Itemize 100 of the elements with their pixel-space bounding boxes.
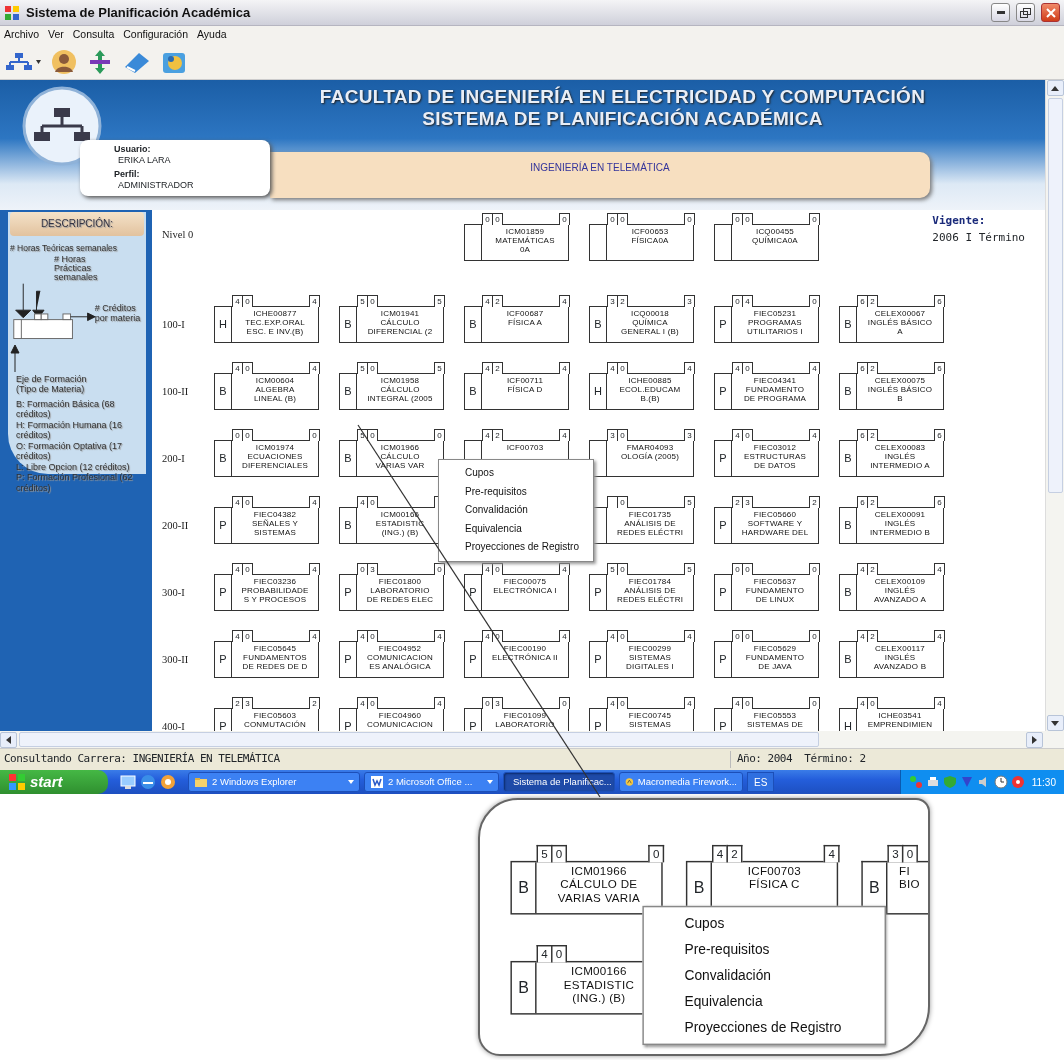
course-type-letter: B bbox=[344, 451, 352, 467]
course-box[interactable]: FMAR04093 OLOGÍA (2005) bbox=[589, 440, 694, 477]
org-chart-button[interactable] bbox=[6, 51, 41, 72]
course-code: FIEC04341 bbox=[753, 376, 797, 385]
alert-icon[interactable] bbox=[1010, 775, 1025, 789]
course-box[interactable]: P FIEC05553 SISTEMAS DE bbox=[714, 708, 819, 731]
course-box[interactable]: P FIEC05660 SOFTWARE Y HARDWARE DEL bbox=[714, 507, 819, 544]
course-code: ICF00703 bbox=[506, 443, 544, 452]
scroll-right-button[interactable] bbox=[1026, 731, 1043, 748]
course-box[interactable]: B CELEX00109 INGLÉS AVANZADO A bbox=[839, 574, 944, 611]
minimize-button[interactable] bbox=[991, 3, 1010, 22]
scroll-down-button[interactable] bbox=[1046, 715, 1064, 731]
course-code: ICM01859 bbox=[505, 227, 545, 236]
course-box[interactable]: P FIEC01784 ANÁLISIS DE REDES ELÉCTRI bbox=[589, 574, 694, 611]
course-box[interactable]: B ICM01974 ECUACIONES DIFERENCIALES bbox=[214, 440, 319, 477]
media-icon[interactable] bbox=[160, 774, 176, 790]
course-type-letter: P bbox=[219, 652, 227, 668]
arrows-icon[interactable] bbox=[87, 48, 113, 75]
course-box[interactable]: B CELEX00075 INGLÉS BÁSICO B bbox=[839, 373, 944, 410]
course-box[interactable]: B ICF00687 FÍSICA A bbox=[464, 306, 569, 343]
menu-item[interactable]: Proyecciones de Registro bbox=[643, 1014, 885, 1041]
horizontal-scrollbar[interactable] bbox=[0, 731, 1064, 748]
course-box[interactable]: P FIEC04382 SEÑALES Y SISTEMAS bbox=[214, 507, 319, 544]
course-box[interactable]: B CELEX00091 INGLÉS INTERMEDIO B bbox=[839, 507, 944, 544]
course-box[interactable]: B ICM00604 ALGEBRA LINEAL (B) bbox=[214, 373, 319, 410]
taskbar-button[interactable]: Macromedia Firework... bbox=[619, 772, 743, 792]
practice-hours: 2 bbox=[726, 844, 743, 863]
course-box[interactable]: P FIEC01099 LABORATORIO bbox=[464, 708, 569, 731]
course-box[interactable]: P FIEC03236 PROBABILIDADE S Y PROCESOS bbox=[214, 574, 319, 611]
credits: 4 bbox=[559, 630, 570, 642]
course-type-letter: P bbox=[719, 585, 727, 601]
course-box[interactable]: P FIEC04952 COMUNICACION ES ANALÓGICA bbox=[339, 641, 444, 678]
course-box[interactable]: B ICM01966 CÁLCULO DE VARIAS VARIA bbox=[510, 860, 663, 915]
scroll-left-button[interactable] bbox=[0, 731, 17, 748]
course-box[interactable]: H ICHE03541 EMPRENDIMIEN bbox=[839, 708, 944, 731]
legend-item: O: Formación Optativa (17 créditos) bbox=[16, 440, 124, 462]
course-code: ICHE00877 bbox=[253, 309, 297, 318]
course-code: FIEC05603 bbox=[253, 711, 297, 720]
taskbar-button[interactable]: 2 Microsoft Office ... bbox=[364, 772, 499, 792]
taskbar-button[interactable]: 2 Windows Explorer bbox=[188, 772, 360, 792]
taskbar-button[interactable]: Sistema de Planificac... bbox=[503, 772, 615, 792]
scroll-up-button[interactable] bbox=[1046, 80, 1064, 96]
user-icon[interactable] bbox=[51, 48, 77, 75]
course-box[interactable]: B ICQ00018 QUÍMICA GENERAL I (B) bbox=[589, 306, 694, 343]
course-box[interactable]: B ICM01941 CÁLCULO DIFERENCIAL (2 bbox=[339, 306, 444, 343]
up-arrow-icon bbox=[1051, 85, 1059, 91]
menu-item[interactable]: Pre-requisitos bbox=[643, 936, 885, 963]
course-type-letter: H bbox=[219, 317, 227, 333]
course-box[interactable]: ICM01859 MATEMÁTICAS 0A bbox=[464, 224, 569, 261]
course-box[interactable]: B CELEX00067 INGLÉS BÁSICO A bbox=[839, 306, 944, 343]
menu-item[interactable]: Pre-requisitos bbox=[439, 482, 593, 501]
course-box[interactable]: ICF00653 FÍSICA0A bbox=[589, 224, 694, 261]
course-type-letter: B bbox=[219, 384, 227, 400]
course-box[interactable]: P FIEC05231 PROGRAMAS UTILITARIOS I bbox=[714, 306, 819, 343]
course-code: ICM01966 bbox=[380, 443, 420, 452]
menu-item[interactable]: Ayuda bbox=[197, 27, 227, 43]
printer-icon[interactable] bbox=[925, 775, 940, 789]
course-name: INGLÉS INTERMEDIO A bbox=[870, 452, 930, 470]
course-type-letter: P bbox=[719, 719, 727, 731]
menu-item[interactable]: Archivo bbox=[4, 27, 39, 43]
course-box[interactable]: P FIEC04960 COMUNICACION bbox=[339, 708, 444, 731]
course-box[interactable]: P FIEC05629 FUNDAMENTO DE JAVA bbox=[714, 641, 819, 678]
course-code: FI bbox=[899, 865, 910, 879]
credits: 4 bbox=[684, 697, 695, 709]
course-box[interactable]: H ICHE00877 TEC.EXP.ORAL ESC. E INV.(B) bbox=[214, 306, 319, 343]
course-box[interactable]: P FIEC00299 SISTEMAS DIGITALES I bbox=[589, 641, 694, 678]
menu-item[interactable]: Configuración bbox=[123, 27, 189, 43]
desktop-icon[interactable] bbox=[120, 774, 136, 790]
course-box[interactable]: P FIEC05603 CONMUTACIÓN bbox=[214, 708, 319, 731]
course-type-letter: B bbox=[844, 652, 852, 668]
course-box[interactable]: H ICHE00885 ECOL.EDUCAM B.(B) bbox=[589, 373, 694, 410]
course-box[interactable]: B ICF00711 FÍSICA D bbox=[464, 373, 569, 410]
course-box[interactable]: P FIEC00745 SISTEMAS bbox=[589, 708, 694, 731]
language-indicator[interactable]: ES bbox=[747, 772, 775, 792]
menu-item[interactable]: Ver bbox=[48, 27, 64, 43]
course-box[interactable]: B FI BIO bbox=[861, 860, 928, 915]
course-box[interactable]: ICQ00455 QUÍMICA0A bbox=[714, 224, 819, 261]
menu-item[interactable]: Consulta bbox=[72, 27, 115, 43]
credits: 0 bbox=[434, 563, 445, 575]
course-type-letter: P bbox=[469, 585, 477, 601]
course-name: FÍSICA A bbox=[507, 318, 543, 327]
course-box[interactable]: P FIEC03012 ESTRUCTURAS DE DATOS bbox=[714, 440, 819, 477]
maximize-button[interactable] bbox=[1016, 3, 1035, 22]
course-code: ICF00687 bbox=[506, 309, 544, 318]
clock-icon[interactable] bbox=[993, 775, 1008, 789]
course-box[interactable]: B CELEX00083 INGLÉS INTERMEDIO A bbox=[839, 440, 944, 477]
course-code: ICM01966 bbox=[570, 865, 627, 879]
course-box[interactable]: P FIEC05637 FUNDAMENTO DE LINUX bbox=[714, 574, 819, 611]
course-name: FUNDAMENTO DE JAVA bbox=[745, 653, 805, 671]
course-box[interactable]: P FIEC00075 ELECTRÓNICA I bbox=[464, 574, 569, 611]
course-box[interactable]: B CELEX00117 INGLÉS AVANZADO B bbox=[839, 641, 944, 678]
browser-icon[interactable] bbox=[140, 774, 156, 790]
close-button[interactable] bbox=[1041, 3, 1060, 22]
credits: 4 bbox=[684, 630, 695, 642]
course-box[interactable]: B ICM01958 CÁLCULO INTEGRAL (2005 bbox=[339, 373, 444, 410]
course-box[interactable]: P FIEC01800 LABORATORIO DE REDES ELEC bbox=[339, 574, 444, 611]
course-name: ALGEBRA LINEAL (B) bbox=[253, 385, 297, 403]
vertical-scrollbar[interactable] bbox=[1045, 80, 1064, 731]
course-box[interactable]: P FIEC04341 FUNDAMENTO DE PROGRAMA bbox=[714, 373, 819, 410]
course-box[interactable]: P FIEC05645 FUNDAMENTOS DE REDES DE D bbox=[214, 641, 319, 678]
